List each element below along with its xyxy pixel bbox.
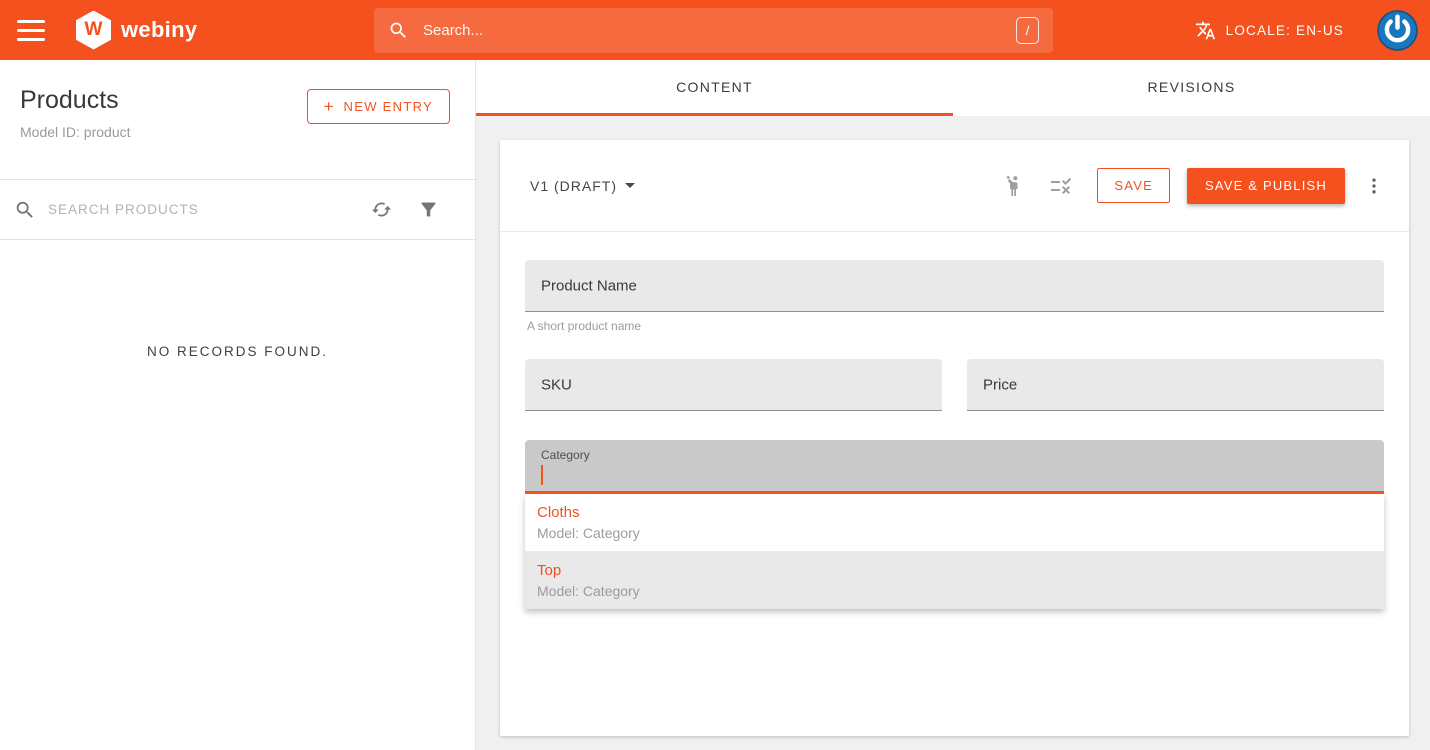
top-app-bar: W webiny / LOCALE: EN-US xyxy=(0,0,1430,60)
product-name-field[interactable]: Product Name xyxy=(525,260,1384,312)
filter-icon xyxy=(418,199,439,220)
webiny-logo[interactable]: W webiny xyxy=(76,11,197,50)
new-entry-button[interactable]: + NEW ENTRY xyxy=(307,89,450,124)
product-name-label: Product Name xyxy=(541,277,637,294)
records-sidebar: Products Model ID: product + NEW ENTRY N… xyxy=(0,60,476,750)
sku-price-row: SKU Price xyxy=(525,359,1384,411)
sidebar-header: Products Model ID: product + NEW ENTRY xyxy=(0,60,475,180)
category-section: Category Cloths Model: Category Top Mode… xyxy=(525,440,1384,609)
product-name-helper: A short product name xyxy=(527,319,1384,333)
topbar-right-cluster: LOCALE: EN-US xyxy=(1195,0,1418,60)
search-icon xyxy=(14,199,36,221)
entry-card: V1 (DRAFT) SAVE xyxy=(500,140,1409,736)
user-avatar[interactable] xyxy=(1377,10,1418,51)
menu-icon[interactable] xyxy=(17,20,45,41)
plus-icon: + xyxy=(324,97,334,117)
price-label: Price xyxy=(983,376,1017,393)
entry-form: Product Name A short product name SKU Pr… xyxy=(500,232,1409,609)
records-search-row xyxy=(0,180,475,240)
person-waving-icon xyxy=(1001,174,1025,198)
refresh-icon xyxy=(371,199,392,220)
text-caret xyxy=(541,465,543,485)
option-subtitle: Model: Category xyxy=(537,583,1372,599)
content-panel: V1 (DRAFT) SAVE xyxy=(476,116,1430,750)
version-selector[interactable]: V1 (DRAFT) xyxy=(530,178,635,194)
empty-state-message: NO RECORDS FOUND. xyxy=(0,344,475,359)
suggestion-option[interactable]: Top Model: Category xyxy=(525,552,1384,609)
translate-icon xyxy=(1195,20,1216,41)
logo-wordmark: webiny xyxy=(121,17,197,43)
new-entry-label: NEW ENTRY xyxy=(344,99,433,114)
request-review-button[interactable] xyxy=(1001,174,1025,198)
editor-tabs: CONTENT REVISIONS xyxy=(476,60,1430,116)
validation-rules-button[interactable] xyxy=(1049,174,1073,198)
save-publish-button[interactable]: SAVE & PUBLISH xyxy=(1187,168,1345,204)
locale-label: LOCALE: EN-US xyxy=(1226,23,1344,38)
locale-selector[interactable]: LOCALE: EN-US xyxy=(1195,20,1344,41)
option-subtitle: Model: Category xyxy=(537,525,1372,541)
entry-editor-area: CONTENT REVISIONS V1 (DRAFT) xyxy=(476,60,1430,750)
slash-shortcut-badge: / xyxy=(1016,17,1039,44)
more-options-button[interactable] xyxy=(1361,168,1387,204)
category-label: Category xyxy=(541,448,590,462)
logo-letter: W xyxy=(85,19,103,41)
chevron-down-icon xyxy=(625,183,635,188)
global-search-bar: / xyxy=(374,8,1053,53)
version-label: V1 (DRAFT) xyxy=(530,178,617,194)
option-title: Top xyxy=(537,562,1372,579)
kebab-icon xyxy=(1364,176,1384,196)
refresh-button[interactable] xyxy=(371,199,392,220)
rule-check-x-icon xyxy=(1049,174,1073,198)
records-search-input[interactable] xyxy=(48,202,345,217)
menu-bar xyxy=(17,38,45,41)
entry-card-header: V1 (DRAFT) SAVE xyxy=(500,140,1409,232)
global-search-input[interactable] xyxy=(423,22,1016,39)
save-button[interactable]: SAVE xyxy=(1097,168,1170,203)
option-title: Cloths xyxy=(537,504,1372,521)
webiny-hexagon-icon: W xyxy=(76,11,111,50)
filter-button[interactable] xyxy=(418,199,439,220)
sku-label: SKU xyxy=(541,376,572,393)
category-suggestions: Cloths Model: Category Top Model: Catego… xyxy=(525,494,1384,609)
tab-content[interactable]: CONTENT xyxy=(476,60,953,116)
suggestion-option[interactable]: Cloths Model: Category xyxy=(525,494,1384,552)
category-field[interactable]: Category xyxy=(525,440,1384,494)
price-field[interactable]: Price xyxy=(967,359,1384,411)
search-icon xyxy=(388,20,409,41)
tab-revisions[interactable]: REVISIONS xyxy=(953,60,1430,116)
menu-bar xyxy=(17,20,45,23)
sku-field[interactable]: SKU xyxy=(525,359,942,411)
model-id-subtitle: Model ID: product xyxy=(20,124,475,140)
menu-bar xyxy=(17,29,45,32)
